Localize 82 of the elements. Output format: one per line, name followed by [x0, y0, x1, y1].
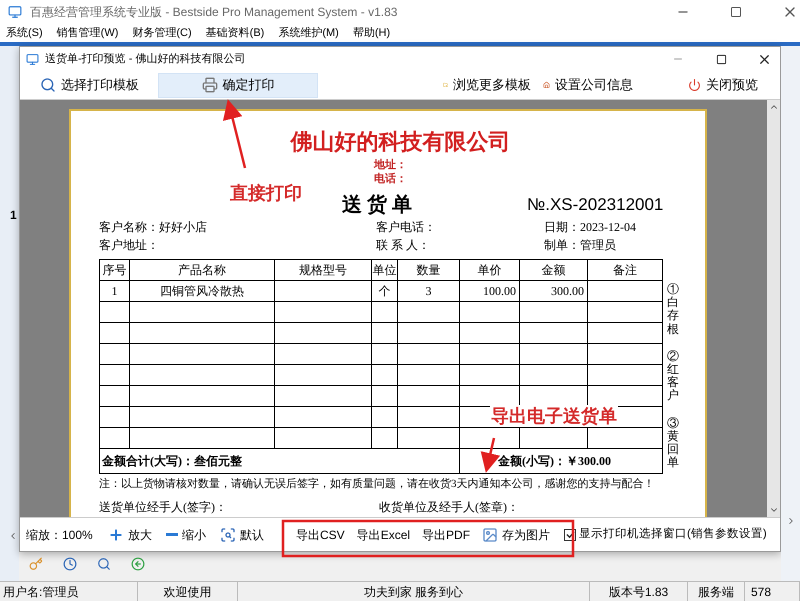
annotation-text: 直接打印 [230, 182, 302, 205]
maximize-icon[interactable] [716, 54, 727, 64]
signature-label: 送货单位经手人(签字)： [99, 498, 228, 516]
table-cell: 个 [372, 280, 398, 302]
field-label: 制单： [544, 237, 580, 254]
column-header: 产品名称 [130, 260, 274, 280]
plus-icon [108, 526, 124, 542]
zoom-button[interactable]: 默认 [218, 526, 266, 544]
field-value: 管理员 [580, 237, 616, 254]
zoom-button[interactable]: 缩小 [164, 526, 208, 544]
magnifier-icon [220, 526, 236, 542]
field-label: 客户地址： [99, 237, 159, 254]
total-amount: 金额(小写)：￥300.00 [460, 448, 662, 474]
toolbar-button[interactable]: 选择打印模板 [40, 72, 140, 98]
row-number: 1 [10, 207, 17, 224]
toolbar-button[interactable]: 确定打印 [158, 72, 318, 98]
table-cell: 100.00 [460, 280, 520, 302]
window-title: 百惠经营管理系统专业版 - Bestside Pro Management System - v1.83 [30, 4, 398, 21]
table-cell: 1 [100, 280, 130, 302]
address-label: 地址： [374, 158, 407, 172]
checkbox-label: 显示打印机选择窗口(销售参数设置) [579, 526, 767, 542]
column-header: 单价 [460, 260, 520, 280]
status-text: 版本号1.83 [590, 582, 688, 601]
company-name: 佛山好的科技有限公司 [290, 129, 510, 155]
column-header: 序号 [100, 260, 130, 280]
minus-icon [166, 533, 178, 536]
copy-label: ②红客户 [667, 350, 679, 402]
column-header: 单位 [372, 260, 398, 280]
status-text: 功夫到家 服务到心 [238, 582, 590, 601]
status-text: 欢迎使用 [138, 582, 238, 601]
field-label: 客户电话： [376, 219, 436, 236]
table-cell: 四铜管风冷散热 [130, 280, 274, 302]
zoom-label: 缩放：100% [26, 526, 94, 544]
export-button[interactable]: 存为图片 [482, 526, 550, 544]
field-label: 客户名称： [99, 219, 159, 236]
total-words: 金额合计(大写)：叁佰元整 [100, 448, 460, 474]
menu-item[interactable]: 基础资料(B) [206, 24, 264, 42]
status-text: 用户名:管理员 [0, 582, 138, 601]
power-icon [688, 77, 701, 93]
toolbar-button[interactable]: 关闭预览 [688, 72, 758, 98]
export-button[interactable]: 导出PDF [422, 526, 470, 544]
status-text: 578 [745, 582, 800, 601]
annotation-arrow [222, 99, 246, 168]
status-text: 服务端 [688, 582, 745, 601]
image-icon [482, 526, 498, 542]
annotation-text: 导出电子送货单 [490, 405, 618, 427]
column-header: 数量 [398, 260, 460, 280]
search-icon[interactable] [97, 557, 111, 571]
field-value: 好好小店 [159, 219, 207, 236]
menu-item[interactable]: 帮助(H) [352, 24, 390, 42]
maximize-icon[interactable] [730, 6, 742, 18]
menu-item[interactable]: 销售管理(W) [56, 24, 118, 42]
table-cell: 3 [398, 280, 460, 302]
toolbar-button[interactable]: 浏览更多模板 [443, 72, 531, 98]
printer-icon [202, 77, 218, 93]
signature-label: 收货单位及经手人(签章)： [379, 498, 519, 516]
document-title: 送 货 单 [342, 193, 412, 218]
export-button[interactable]: 导出CSV [296, 526, 345, 544]
field-label: 联 系 人： [376, 237, 430, 254]
monitor-icon [8, 5, 22, 19]
field-label: 日期： [544, 219, 580, 236]
column-header: 备注 [588, 260, 662, 280]
menu-item[interactable]: 系统(S) [6, 24, 43, 42]
search-icon [40, 77, 56, 93]
field-value: 2023-12-04 [580, 219, 636, 236]
toolbar-button[interactable]: 设置公司信息 [543, 72, 633, 98]
dialog-title: 送货单-打印预览 - 佛山好的科技有限公司 [45, 52, 246, 67]
phone-label: 电话： [374, 172, 407, 186]
column-header: 规格型号 [274, 260, 372, 280]
back-icon[interactable] [131, 557, 145, 571]
export-button[interactable]: 导出Excel [356, 526, 410, 544]
zoom-button[interactable]: 放大 [106, 526, 154, 544]
note-text: 注：以上货物请核对数量，请确认无误后签字，如有质量问题，请在收货3天内通知本公司，感谢您的支持与配合！ [99, 476, 656, 492]
table-cell: 300.00 [520, 280, 588, 302]
menu-item[interactable]: 系统维护(M) [278, 24, 339, 42]
monitor-icon [26, 52, 39, 66]
copy-label: ①白存根 [667, 283, 679, 336]
menu-item[interactable]: 财务管理(C) [132, 24, 192, 42]
clock-icon[interactable] [63, 557, 77, 571]
column-header: 金额 [520, 260, 588, 280]
copy-label: ③黄回单 [667, 416, 679, 470]
document-number: №.XS-202312001 [527, 194, 664, 216]
